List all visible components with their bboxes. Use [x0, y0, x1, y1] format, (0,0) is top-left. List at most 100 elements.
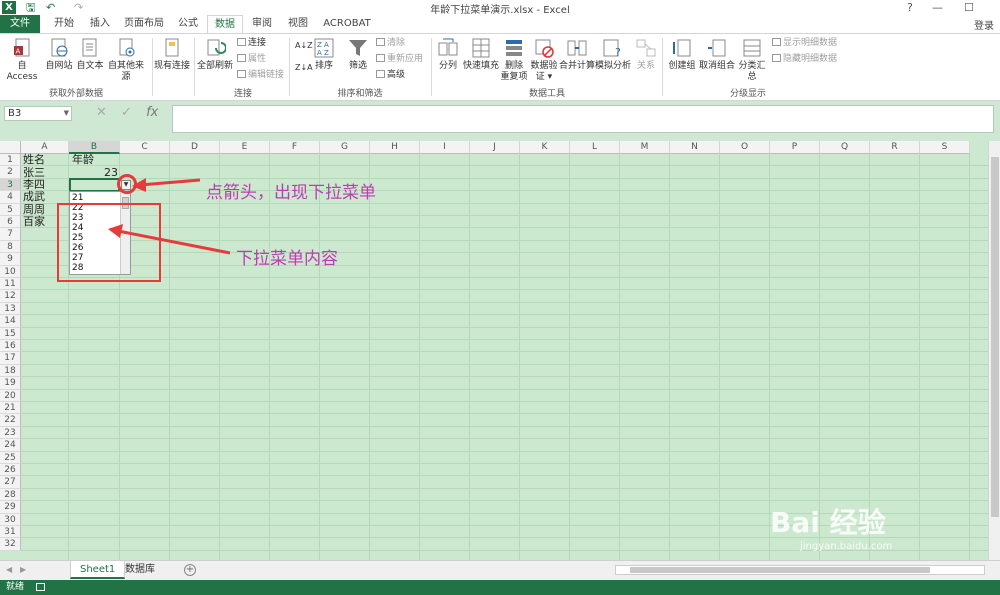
row-header-24[interactable]: 24	[0, 439, 21, 452]
worksheet-grid[interactable]: ABCDEFGHIJKLMNOPQRS 1 2 3 4 5 6 7 8 9 10 11 12 13 14 1…	[0, 141, 988, 560]
row-header-31[interactable]: 31	[0, 526, 21, 539]
tab-view[interactable]: 视图	[284, 15, 312, 33]
row-header-9[interactable]: 9	[0, 253, 21, 266]
dropdown-item[interactable]: 21	[72, 193, 83, 203]
horizontal-scroll-thumb[interactable]	[630, 567, 930, 573]
row-header-10[interactable]: 10	[0, 265, 21, 278]
column-header-g[interactable]: G	[320, 141, 370, 154]
column-header-r[interactable]: R	[870, 141, 920, 154]
advanced-filter-button[interactable]: 高级	[376, 70, 405, 81]
edit-links-button[interactable]: 编辑链接	[237, 70, 284, 81]
row-header-20[interactable]: 20	[0, 389, 21, 402]
data-validation-button[interactable]: 数据验证 ▾	[529, 37, 559, 83]
vertical-scroll-thumb[interactable]	[991, 157, 999, 517]
add-sheet-icon[interactable]: +	[184, 564, 196, 576]
row-header-6[interactable]: 6	[0, 216, 21, 229]
refresh-all-button[interactable]: 全部刷新	[196, 37, 234, 72]
column-header-f[interactable]: F	[270, 141, 320, 154]
next-sheet-icon[interactable]: ▶	[20, 565, 26, 574]
row-header-5[interactable]: 5	[0, 203, 21, 216]
properties-button[interactable]: 属性	[237, 54, 266, 65]
tab-insert[interactable]: 插入	[86, 15, 114, 33]
column-header-j[interactable]: J	[470, 141, 520, 154]
reapply-button[interactable]: 重新应用	[376, 54, 423, 65]
cell-a1[interactable]: 姓名	[23, 154, 45, 166]
tab-data[interactable]: 数据	[207, 15, 243, 34]
column-header-o[interactable]: O	[720, 141, 770, 154]
selected-cell-b3[interactable]	[69, 178, 120, 192]
row-header-29[interactable]: 29	[0, 501, 21, 514]
row-header-22[interactable]: 22	[0, 414, 21, 427]
row-header-26[interactable]: 26	[0, 464, 21, 477]
tab-home[interactable]: 开始	[50, 15, 78, 33]
cell-a6[interactable]: 百家	[23, 216, 45, 228]
consolidate-button[interactable]: 合并计算	[559, 37, 595, 72]
insert-function-icon[interactable]: fx	[146, 105, 158, 120]
flash-fill-button[interactable]: 快速填充	[462, 37, 500, 72]
sort-button[interactable]: Z AA Z 排序	[312, 37, 336, 72]
row-header-7[interactable]: 7	[0, 228, 21, 241]
vertical-scrollbar[interactable]	[988, 141, 1000, 560]
group-button[interactable]: 创建组	[666, 37, 698, 72]
column-header-l[interactable]: L	[570, 141, 620, 154]
row-header-13[interactable]: 13	[0, 302, 21, 316]
help-icon[interactable]: ?	[907, 0, 913, 15]
column-header-p[interactable]: P	[770, 141, 820, 154]
sort-ascending-button[interactable]: A↓Z	[295, 40, 313, 51]
clear-filter-button[interactable]: 清除	[376, 38, 405, 49]
row-header-30[interactable]: 30	[0, 513, 21, 526]
connections-button[interactable]: 连接	[237, 38, 266, 49]
cell-a4[interactable]: 成武	[23, 191, 45, 203]
enter-icon[interactable]: ✓	[121, 105, 132, 120]
filter-button[interactable]: 筛选	[345, 37, 371, 72]
row-header-18[interactable]: 18	[0, 364, 21, 378]
tab-page-layout[interactable]: 页面布局	[120, 15, 168, 33]
column-header-e[interactable]: E	[220, 141, 270, 154]
row-header-4[interactable]: 4	[0, 191, 21, 204]
from-other-sources-button[interactable]: 自其他来源	[104, 37, 148, 83]
macro-record-icon[interactable]	[36, 583, 45, 591]
column-header-c[interactable]: C	[120, 141, 170, 154]
chevron-down-icon[interactable]: ▼	[64, 107, 69, 120]
cell-b2[interactable]: 23	[70, 167, 118, 179]
tab-acrobat[interactable]: ACROBAT	[320, 15, 374, 33]
from-access-button[interactable]: A 自 Access	[2, 37, 42, 83]
sort-descending-button[interactable]: Z↓A	[295, 62, 313, 73]
maximize-icon[interactable]: ☐	[964, 0, 974, 15]
row-header-23[interactable]: 23	[0, 426, 21, 440]
tab-formulas[interactable]: 公式	[174, 15, 202, 33]
from-web-button[interactable]: 自网站	[44, 37, 74, 72]
row-header-32[interactable]: 32	[0, 538, 21, 551]
prev-sheet-icon[interactable]: ◀	[6, 565, 12, 574]
row-header-3[interactable]: 3	[0, 178, 21, 192]
row-header-11[interactable]: 11	[0, 278, 21, 291]
text-to-columns-button[interactable]: 分列	[435, 37, 461, 72]
row-header-19[interactable]: 19	[0, 377, 21, 390]
minimize-icon[interactable]: —	[932, 0, 943, 15]
tab-file[interactable]: 文件	[0, 15, 40, 33]
select-all-corner[interactable]	[0, 141, 21, 154]
row-header-15[interactable]: 15	[0, 327, 21, 340]
subtotal-button[interactable]: 分类汇总	[735, 37, 769, 83]
row-header-25[interactable]: 25	[0, 451, 21, 464]
tab-review[interactable]: 审阅	[248, 15, 276, 33]
ungroup-button[interactable]: 取消组合	[698, 37, 736, 72]
column-header-m[interactable]: M	[620, 141, 670, 154]
existing-connections-button[interactable]: 现有连接	[154, 37, 190, 72]
from-text-button[interactable]: 自文本	[75, 37, 105, 72]
row-header-14[interactable]: 14	[0, 315, 21, 328]
formula-input[interactable]	[172, 105, 994, 133]
row-header-1[interactable]: 1	[0, 154, 21, 167]
row-header-2[interactable]: 2	[0, 166, 21, 179]
row-header-17[interactable]: 17	[0, 352, 21, 365]
sign-in-link[interactable]: 登录	[974, 17, 994, 32]
horizontal-scrollbar[interactable]	[615, 565, 985, 575]
row-header-16[interactable]: 16	[0, 340, 21, 353]
remove-duplicates-button[interactable]: 删除 重复项	[500, 37, 528, 83]
sheet-tab-database[interactable]: 数据库	[116, 561, 164, 579]
column-header-q[interactable]: Q	[820, 141, 870, 154]
relationships-button[interactable]: 关系	[633, 37, 659, 72]
column-header-d[interactable]: D	[170, 141, 220, 154]
row-header-12[interactable]: 12	[0, 290, 21, 303]
column-header-k[interactable]: K	[520, 141, 570, 154]
